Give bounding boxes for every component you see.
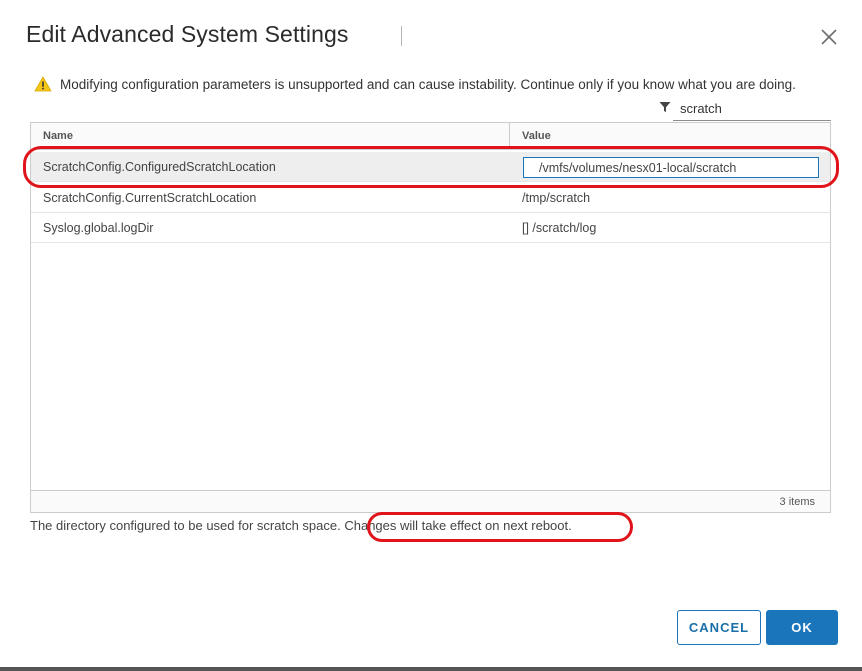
window-bottom-edge xyxy=(0,667,862,671)
close-icon xyxy=(821,29,837,45)
ok-button[interactable]: OK xyxy=(766,610,838,645)
description-text: The directory configured to be used for … xyxy=(30,518,341,533)
setting-name: ScratchConfig.ConfiguredScratchLocation xyxy=(43,160,276,174)
setting-value: /tmp/scratch xyxy=(522,191,591,205)
column-divider[interactable] xyxy=(509,123,510,150)
setting-name: ScratchConfig.CurrentScratchLocation xyxy=(43,191,257,205)
grid-header: Name Value xyxy=(31,123,830,150)
setting-description: The directory configured to be used for … xyxy=(30,518,572,533)
dialog-title: Edit Advanced System Settings xyxy=(26,21,349,47)
column-header-value[interactable]: Value xyxy=(522,130,551,142)
warning-banner: Modifying configuration parameters is un… xyxy=(34,74,796,94)
filter-icon xyxy=(659,102,671,112)
table-row[interactable]: ScratchConfig.ConfiguredScratchLocation xyxy=(31,152,830,182)
cancel-button[interactable]: CANCEL xyxy=(677,610,761,645)
edit-advanced-system-settings-dialog: Edit Advanced System Settings Modifying … xyxy=(0,0,862,671)
items-count: 3 items xyxy=(779,496,815,508)
warning-icon xyxy=(34,76,52,92)
filter-input[interactable] xyxy=(673,96,831,121)
reboot-note: Changes will take effect on next reboot. xyxy=(344,518,572,533)
close-button[interactable] xyxy=(818,26,840,48)
warning-text: Modifying configuration parameters is un… xyxy=(60,76,796,92)
setting-name: Syslog.global.logDir xyxy=(43,221,154,235)
setting-value: [] /scratch/log xyxy=(522,221,597,235)
setting-value-input[interactable] xyxy=(523,157,819,178)
table-row[interactable]: Syslog.global.logDir [] /scratch/log xyxy=(31,213,830,243)
grid-footer: 3 items xyxy=(31,490,830,512)
filter-box xyxy=(659,96,831,122)
title-divider xyxy=(401,26,402,46)
column-header-name[interactable]: Name xyxy=(43,130,73,142)
settings-grid: Name Value ScratchConfig.ConfiguredScrat… xyxy=(30,122,831,513)
table-row[interactable]: ScratchConfig.CurrentScratchLocation /tm… xyxy=(31,183,830,213)
